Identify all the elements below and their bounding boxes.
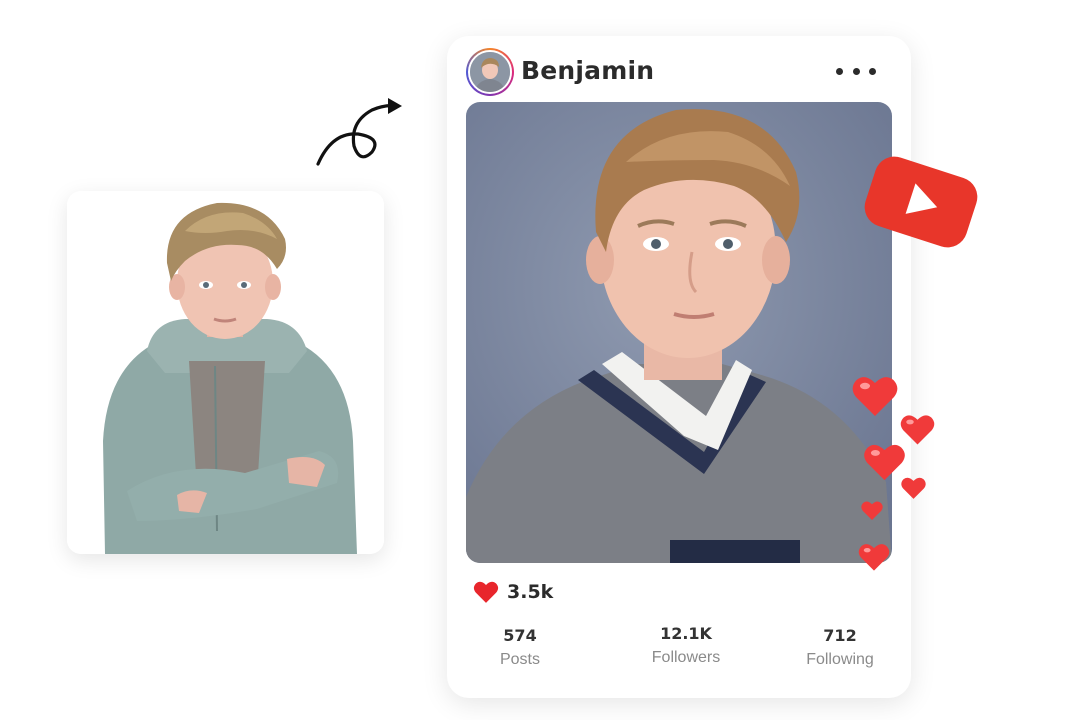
likes-row: 3.5k: [473, 578, 553, 606]
dot: [836, 67, 843, 75]
username[interactable]: Benjamin: [521, 56, 654, 85]
floating-heart-icon: [852, 377, 898, 416]
likes-count: 3.5k: [507, 581, 554, 603]
stat-following[interactable]: 712 Following: [770, 626, 910, 669]
stat-followers[interactable]: 12.1K Followers: [616, 624, 756, 667]
floating-heart-icon: [901, 477, 926, 499]
stat-posts-label: Posts: [499, 651, 540, 668]
stage: Benjamin 3.5k 574 Posts 12.1K Followers …: [0, 0, 1084, 720]
stat-following-label: Following: [806, 651, 874, 668]
youtube-play-icon: [864, 156, 978, 248]
curly-arrow-icon: [316, 98, 402, 166]
stat-followers-label: Followers: [651, 649, 721, 666]
more-dots-icon[interactable]: [836, 58, 876, 84]
stat-posts[interactable]: 574 Posts: [450, 626, 590, 669]
post-image[interactable]: [466, 102, 892, 563]
source-photo: [67, 191, 384, 554]
avatar[interactable]: [466, 48, 514, 96]
avatar-photo: [468, 50, 512, 94]
heart-icon[interactable]: [473, 580, 499, 604]
source-photo-card: [67, 191, 384, 554]
stat-posts-value: 574: [503, 626, 537, 645]
profile-post-card: Benjamin 3.5k 574 Posts 12.1K Followers …: [447, 36, 911, 698]
dot: [869, 67, 876, 75]
dot: [852, 67, 860, 75]
floating-heart-icon: [861, 501, 883, 521]
post-header: Benjamin: [466, 48, 890, 98]
stat-following-value: 712: [823, 626, 857, 645]
stat-followers-value: 12.1K: [660, 624, 712, 643]
floating-heart-icon: [858, 544, 890, 571]
